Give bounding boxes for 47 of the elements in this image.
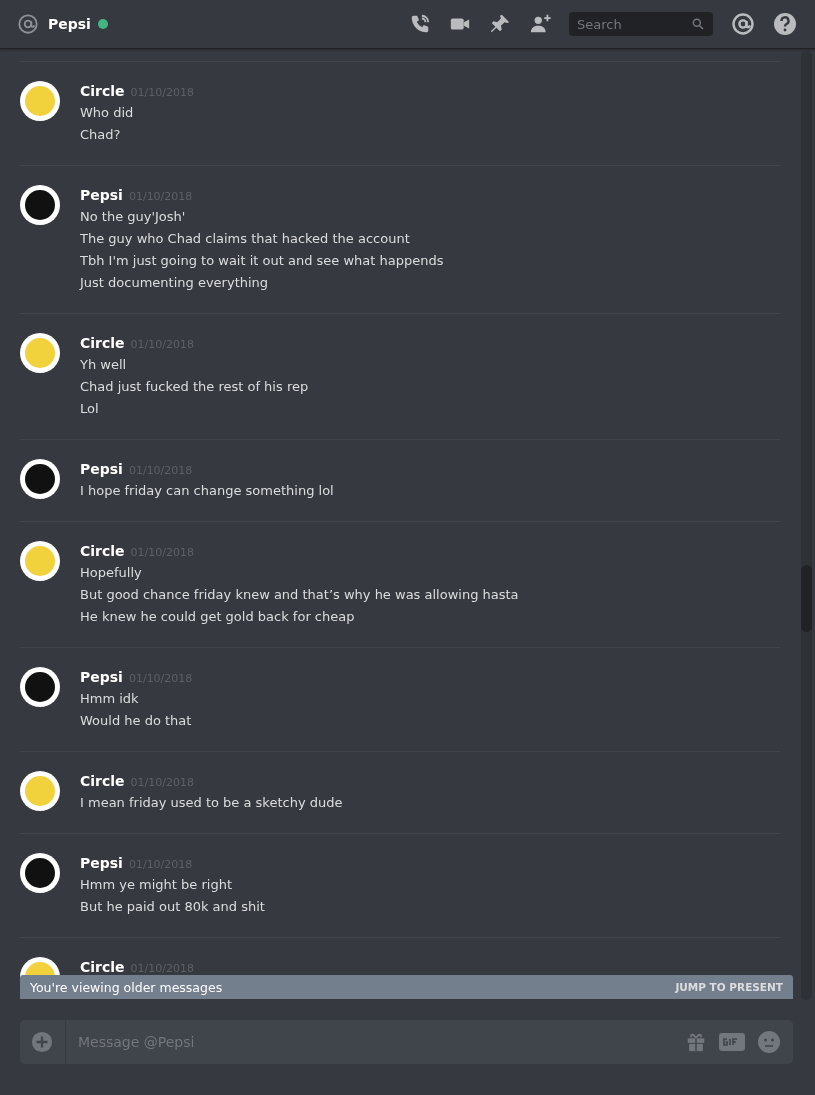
message-text: Yh well (80, 356, 128, 374)
avatar[interactable] (20, 81, 60, 121)
avatar[interactable] (20, 853, 60, 893)
message-text: Chad just fucked the rest of his rep (80, 378, 309, 396)
message-text: I hope friday can change something lol (80, 482, 334, 500)
message-text: Hmm idk (80, 690, 140, 708)
at-icon (17, 13, 39, 35)
author-name[interactable]: Pepsi (80, 458, 123, 480)
search-icon (691, 17, 705, 31)
message-text: Just documenting everything (80, 274, 270, 292)
avatar[interactable] (20, 667, 60, 707)
author-name[interactable]: Circle (80, 540, 125, 562)
message-text: But good chance friday knew and that’s why he was allowing hasta (80, 586, 519, 604)
message-text: Chad? (80, 126, 122, 144)
search-field[interactable]: Search (577, 16, 691, 32)
scrollbar[interactable] (801, 51, 812, 1000)
author-name[interactable]: Circle (80, 956, 125, 978)
message-text: Hmm ye might be right (80, 876, 233, 894)
author-name[interactable]: Circle (80, 80, 125, 102)
message-text: He knew he could get gold back for cheap (80, 608, 356, 626)
message-text: The guy who Chad claims that hacked the account (80, 230, 411, 248)
message-text: But he paid out 80k and shit (80, 898, 265, 916)
search-bar[interactable]: Search (569, 12, 713, 36)
pin-icon[interactable] (489, 13, 511, 35)
avatar[interactable] (20, 333, 60, 373)
message-text: No the guy'Josh' (80, 208, 187, 226)
avatar[interactable] (20, 459, 60, 499)
message-text: Tbh I'm just going to wait it out and see what happends (80, 252, 444, 270)
mentions-icon[interactable] (731, 12, 755, 36)
message-text: Hopefully (80, 564, 143, 582)
message-text: I mean friday used to be a sketchy dude (80, 794, 343, 812)
message-text: Lol (80, 400, 100, 418)
avatar[interactable] (20, 185, 60, 225)
channel-name: Pepsi (48, 16, 91, 32)
help-icon[interactable] (773, 12, 797, 36)
author-name[interactable]: Pepsi (80, 184, 123, 206)
author-name[interactable]: Circle (80, 332, 125, 354)
message-text: Who did (80, 104, 135, 122)
message-text: Would he do that (80, 712, 193, 730)
avatar[interactable] (20, 541, 60, 581)
call-icon[interactable] (409, 13, 431, 35)
avatar[interactable] (20, 771, 60, 811)
add-friend-icon[interactable] (529, 13, 553, 35)
author-name[interactable]: Pepsi (80, 666, 123, 688)
banner-text: You're viewing older messages (30, 979, 224, 995)
author-name[interactable]: Circle (80, 770, 125, 792)
author-name[interactable]: Pepsi (80, 852, 123, 874)
